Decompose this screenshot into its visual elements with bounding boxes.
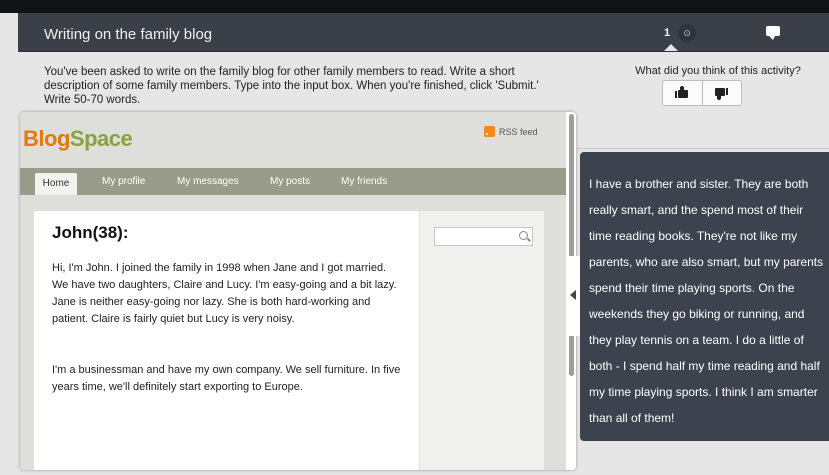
search-icon[interactable] bbox=[519, 231, 528, 240]
thumbs-down-button[interactable] bbox=[702, 81, 741, 105]
reading-text: I have a brother and sister. They are bo… bbox=[589, 177, 824, 425]
activity-title: Writing on the family blog bbox=[44, 26, 213, 43]
post-content: John(38): Hi, I'm John. I joined the fam… bbox=[34, 211, 419, 470]
page-2-button[interactable]: ⊙ bbox=[678, 24, 696, 42]
activity-header: Writing on the family blog 1 ⊙ bbox=[18, 13, 829, 52]
reading-text-panel: I have a brother and sister. They are bo… bbox=[580, 152, 829, 441]
post-paragraph-2: I'm a businessman and have my own compan… bbox=[52, 364, 401, 393]
active-tab-notch bbox=[664, 44, 678, 51]
post-paragraph-1: Hi, I'm John. I joined the family in 199… bbox=[52, 262, 397, 325]
blog-nav: Home My profile My messages My posts My … bbox=[20, 168, 566, 195]
feedback-buttons bbox=[662, 80, 742, 106]
scrollbar-thumb[interactable] bbox=[569, 114, 574, 376]
speech-bubble-icon[interactable] bbox=[766, 26, 780, 40]
blog-frame: BlogSpace RSS feed Home My profile My me… bbox=[20, 112, 576, 470]
nav-my-profile[interactable]: My profile bbox=[102, 168, 145, 195]
right-pane-divider bbox=[577, 148, 829, 149]
rss-label: RSS feed bbox=[499, 127, 538, 137]
blog-page: BlogSpace RSS feed Home My profile My me… bbox=[20, 112, 566, 470]
post-title: John(38): bbox=[52, 223, 129, 242]
search-input[interactable] bbox=[434, 227, 533, 246]
instructions-text: You've been asked to write on the family… bbox=[44, 66, 539, 106]
nav-home[interactable]: Home bbox=[35, 173, 77, 195]
page-1-button[interactable]: 1 bbox=[658, 24, 676, 42]
top-strip bbox=[0, 0, 829, 13]
rss-feed-link[interactable]: RSS feed bbox=[484, 126, 538, 137]
nav-my-posts[interactable]: My posts bbox=[270, 168, 310, 195]
blog-sidebar bbox=[419, 211, 544, 470]
nav-my-friends[interactable]: My friends bbox=[341, 168, 387, 195]
logo-part-space: Space bbox=[69, 126, 133, 151]
blogspace-logo: BlogSpace bbox=[23, 126, 133, 152]
feedback-question: What did you think of this activity? bbox=[635, 65, 801, 77]
rss-icon bbox=[484, 126, 495, 137]
collapse-panel-toggle[interactable] bbox=[567, 256, 580, 336]
logo-part-blog: Blog bbox=[23, 126, 70, 151]
thumbs-up-button[interactable] bbox=[663, 81, 703, 105]
nav-my-messages[interactable]: My messages bbox=[177, 168, 239, 195]
